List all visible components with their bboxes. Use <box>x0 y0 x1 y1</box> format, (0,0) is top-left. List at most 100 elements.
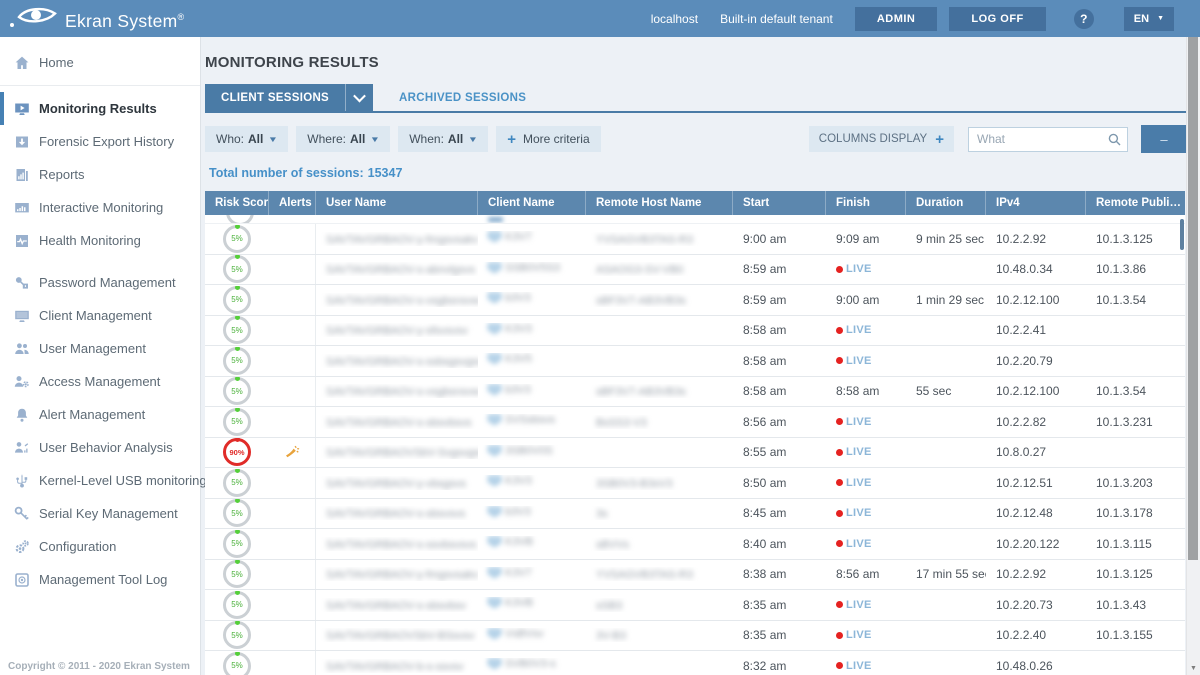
sidebar-item-interactive-monitoring[interactable]: Interactive Monitoring <box>0 191 200 224</box>
table-row[interactable]: 5%SAVTAVGRBAOV-y-sfsvsvsvK3V38:58 amLIVE… <box>205 316 1185 347</box>
table-header-row: Risk ScoreAlertsUser NameClient NameRemo… <box>205 191 1185 215</box>
client-name-redacted: K3V5 <box>505 353 532 365</box>
table-row[interactable]: 5%SAVTAVGRBAOV-s-ssbsgsvgsvK3V58:58 amLI… <box>205 346 1185 377</box>
risk-score-value: 90% <box>229 448 244 457</box>
access-icon <box>13 374 31 390</box>
table-row[interactable]: 5%SAVTAVGRBAOV-s-sbsvbsvsSVSsbsvsBsSS3-V… <box>205 407 1185 438</box>
sidebar-item-user-behavior-analysis[interactable]: User Behavior Analysis <box>0 431 200 464</box>
table-row[interactable]: 5%SAVTAVGRBAOVSbV-BSsvsvVsBVsv3V-B38:35 … <box>205 621 1185 652</box>
logoff-button[interactable]: LOG OFF <box>949 7 1045 31</box>
plus-icon: + <box>935 132 944 147</box>
collapse-panel-button[interactable]: – <box>1141 125 1187 153</box>
admin-button[interactable]: ADMIN <box>855 7 938 31</box>
remote-public-ip-value: 10.1.3.125 <box>1096 232 1153 246</box>
sidebar-item-client-management[interactable]: Client Management <box>0 299 200 332</box>
column-header[interactable]: IPv4 <box>986 191 1086 215</box>
sidebar-item-health-monitoring[interactable]: Health Monitoring <box>0 224 200 257</box>
live-label: LIVE <box>846 660 872 672</box>
table-row[interactable]: 5%SAVTAVGRBAOV-b-s-ssvsvSVB0V3-s8:32 amL… <box>205 651 1185 675</box>
page-scrollbar-thumb[interactable] <box>1188 15 1198 560</box>
sidebar-item-home[interactable]: Home <box>0 46 200 79</box>
start-cell: 8:32 am <box>733 659 826 673</box>
live-label: LIVE <box>846 416 872 428</box>
column-header[interactable]: Remote Host Name <box>586 191 733 215</box>
alerts-cell <box>269 285 316 315</box>
filter-when[interactable]: When:All▼ <box>398 126 488 152</box>
finish-cell: 9:09 am <box>826 232 906 246</box>
sidebar-item-management-tool-log[interactable]: Management Tool Log <box>0 563 200 596</box>
remote-public-ip-cell: 10.1.3.43 <box>1086 598 1185 612</box>
table-row[interactable]: 5%SAVTAVGRBAOV-s-sbsvsvsb3V33s8:45 amLIV… <box>205 499 1185 530</box>
user-name-cell: SAVTAVGRBAOV-s-vsgbsnsvw <box>316 384 478 398</box>
column-header[interactable]: Risk Score <box>205 191 269 215</box>
ipv4-cell: 10.2.20.73 <box>986 598 1086 612</box>
sidebar-item-access-management[interactable]: Access Management <box>0 365 200 398</box>
sidebar-item-configuration[interactable]: Configuration <box>0 530 200 563</box>
tab-archived-sessions[interactable]: ARCHIVED SESSIONS <box>399 84 526 111</box>
columns-display-button[interactable]: COLUMNS DISPLAY + <box>809 126 954 152</box>
start-cell: 8:58 am <box>733 354 826 368</box>
risk-score-value: 5% <box>231 417 243 426</box>
column-header[interactable]: Finish <box>826 191 906 215</box>
client-name-redacted: SVB0V3-s <box>505 658 556 670</box>
risk-score-value: 5% <box>231 600 243 609</box>
column-header[interactable]: Client Name <box>478 191 586 215</box>
brand-logo[interactable]: Ekran System® <box>10 5 184 33</box>
table-row[interactable]: 5%SAVTAVGRBAOV-s-abnvlgsvsSSB0V5S3ASAOG3… <box>205 255 1185 286</box>
live-dot-icon <box>836 540 843 547</box>
table-row[interactable]: 5%SAVTAVGRBAOV-y-fmgsvsakvK3V7YVSAGVB3TA… <box>205 560 1185 591</box>
table-row[interactable]: 5%SAVTAVGRBAOV-s-vsgbsnsvwb3V3sBF3V7-AB3… <box>205 377 1185 408</box>
remote-public-ip-value: 10.1.3.178 <box>1096 506 1153 520</box>
finish-cell: 8:56 am <box>826 567 906 581</box>
client-icon <box>488 414 501 426</box>
live-indicator: LIVE <box>836 507 906 519</box>
user-name-cell: SAVTAVGRBAOV-y-fmgsvsakv <box>316 232 478 246</box>
column-header[interactable]: Alerts <box>269 191 316 215</box>
remote-host-redacted: YVSAGVB3TAS-R3 <box>596 234 693 246</box>
client-name-cell: VsBVsv <box>478 628 586 643</box>
table-row[interactable]: 90%SAVTAVGRBAOVSbV-Svgsvgsvs3SB0V0S8:55 … <box>205 438 1185 469</box>
sidebar-item-reports[interactable]: Reports <box>0 158 200 191</box>
search-input[interactable] <box>968 127 1128 152</box>
tab-client-sessions[interactable]: CLIENT SESSIONS <box>205 84 373 111</box>
risk-score-gauge: 5% <box>223 408 251 436</box>
page-scrollbar[interactable]: ▲ ▼ <box>1186 0 1200 675</box>
remote-public-ip-cell: 10.1.3.203 <box>1086 476 1185 490</box>
sidebar-item-forensic-export-history[interactable]: Forensic Export History <box>0 125 200 158</box>
help-icon[interactable]: ? <box>1074 9 1094 29</box>
column-header[interactable]: Remote Public... <box>1086 191 1185 215</box>
sidebar-item-user-management[interactable]: User Management <box>0 332 200 365</box>
table-row[interactable]: 5%SAVTAVGRBAOV-y-vbsgsvsK3V33SB0V3-B3sV3… <box>205 468 1185 499</box>
table-scrollbar-thumb[interactable] <box>1180 219 1184 250</box>
sidebar-item-serial-key-management[interactable]: Serial Key Management <box>0 497 200 530</box>
filter-who[interactable]: Who:All▼ <box>205 126 288 152</box>
language-value: EN <box>1134 13 1149 25</box>
column-header[interactable]: Start <box>733 191 826 215</box>
password-icon <box>13 275 31 291</box>
language-selector[interactable]: EN ▼ <box>1124 7 1174 31</box>
home-icon <box>13 55 31 71</box>
table-row[interactable]: 5%SAVTAVGRBAOV-s-ssvbsvsvsK3VBsBVVs8:40 … <box>205 529 1185 560</box>
finish-cell: LIVE <box>826 355 906 367</box>
plus-icon: + <box>507 132 516 147</box>
table-row[interactable]: 5%SAVTAVGRBAOV-y-fmgsvsakvK3V7YVSAGVB3TA… <box>205 224 1185 255</box>
column-header[interactable]: User Name <box>316 191 478 215</box>
brand-name: Ekran System® <box>65 5 184 33</box>
sidebar-item-monitoring-results[interactable]: Monitoring Results <box>0 92 200 125</box>
table-body: 5%SAVTAVGRBAOV-y-fmgsvsakvK3V7YVSAGVB3TA… <box>205 215 1185 675</box>
start-time: 8:35 am <box>743 628 786 642</box>
sidebar-item-kernel-usb-monitoring[interactable]: Kernel-Level USB monitoring <box>0 464 200 497</box>
sidebar-item-alert-management[interactable]: Alert Management <box>0 398 200 431</box>
sidebar-item-password-management[interactable]: Password Management <box>0 266 200 299</box>
risk-score-value: 5% <box>231 326 243 335</box>
column-header[interactable]: Duration <box>906 191 986 215</box>
more-criteria-button[interactable]: + More criteria <box>496 126 600 152</box>
table-row[interactable]: 5%SAVTAVGRBAOV-s-vsgbsnsvwb3V3sBF3V7-AB3… <box>205 285 1185 316</box>
table-row[interactable]: 5%SAVTAVGRBAOV-s-sbsvbsvK3VBsSB38:35 amL… <box>205 590 1185 621</box>
search-box <box>968 127 1128 152</box>
filter-where[interactable]: Where:All▼ <box>296 126 390 152</box>
live-indicator: LIVE <box>836 324 906 336</box>
risk-score-value: 5% <box>231 265 243 274</box>
tab-dropdown-button[interactable] <box>345 84 373 111</box>
scroll-down-icon[interactable]: ▼ <box>1187 661 1200 675</box>
